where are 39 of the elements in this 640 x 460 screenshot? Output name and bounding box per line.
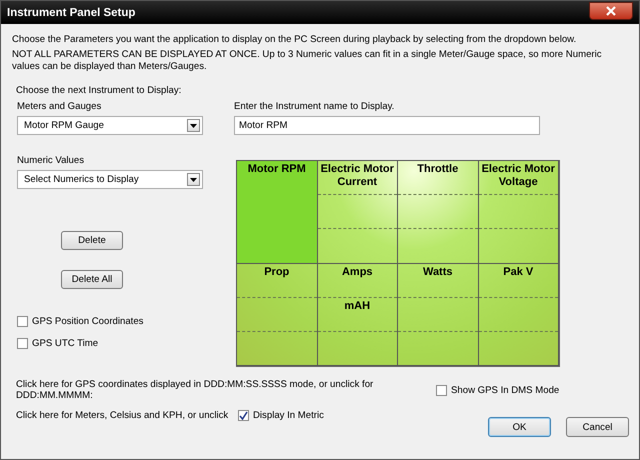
numeric-title: mAH xyxy=(344,300,370,313)
cancel-button[interactable]: Cancel xyxy=(566,417,629,437)
gauge-slot[interactable]: Electric Motor Voltage xyxy=(478,160,559,264)
gauge-title: Electric Motor Voltage xyxy=(480,163,556,189)
gauge-title: Electric Motor Current xyxy=(320,163,395,189)
window-title: Instrument Panel Setup xyxy=(7,6,136,18)
ok-button[interactable]: OK xyxy=(488,417,551,437)
gauge-title: Amps xyxy=(342,266,373,278)
checkbox-label: Display In Metric xyxy=(253,410,324,421)
checkbox[interactable] xyxy=(17,338,28,349)
gauge-title: Prop xyxy=(264,266,290,278)
option-description: Click here for Meters, Celsius and KPH, or unclick xyxy=(16,410,230,421)
gauge-slot[interactable]: Motor RPM xyxy=(236,160,318,264)
gauge-title: Pak V xyxy=(503,266,534,278)
checkbox-label: GPS Position Coordinates xyxy=(32,316,144,327)
close-icon xyxy=(605,6,617,16)
close-button[interactable] xyxy=(589,2,633,20)
meters-dropdown[interactable]: Motor RPM Gauge xyxy=(17,116,203,135)
numerics-dropdown[interactable]: Select Numerics to Display xyxy=(17,170,203,189)
instrument-name-field[interactable]: Motor RPM xyxy=(234,116,540,135)
gauge-title: Watts xyxy=(422,266,453,278)
checkbox-label: Show GPS In DMS Mode xyxy=(451,384,560,396)
section-label: Choose the next Instrument to Display: xyxy=(15,85,182,96)
checkbox[interactable] xyxy=(17,316,28,327)
field-label: Meters and Gauges xyxy=(17,101,102,112)
gauge-title: Throttle xyxy=(417,163,458,176)
option-description: Click here for GPS coordinates displayed in DDD:MM:SS.SSSS mode, or unclick for DDD:MM.MMMM: xyxy=(16,379,374,401)
checkbox-label: GPS UTC Time xyxy=(32,338,98,349)
delete-button[interactable]: Delete All xyxy=(61,270,123,289)
instruction-text: Choose the Parameters you want the application to display on the PC Screen during playback by selecting from the dropdown below. xyxy=(12,34,578,46)
gauge-slot[interactable]: Pak V xyxy=(478,262,559,366)
field-label: Enter the Instrument name to Display. xyxy=(234,101,396,112)
delete-button[interactable]: Delete xyxy=(61,231,123,250)
gauge-title: Motor RPM xyxy=(248,163,306,176)
checkbox[interactable] xyxy=(436,384,447,396)
gauge-slot[interactable]: Prop xyxy=(236,262,318,366)
instruction-text: NOT ALL PARAMETERS CAN BE DISPLAYED AT ONCE. Up to 3 Numeric values can fit in a single Meter/Gauge space, so more Numeric values can be displayed than Meters/Gauges. xyxy=(12,49,603,73)
field-label: Numeric Values xyxy=(17,155,84,166)
checkbox[interactable] xyxy=(238,410,249,421)
